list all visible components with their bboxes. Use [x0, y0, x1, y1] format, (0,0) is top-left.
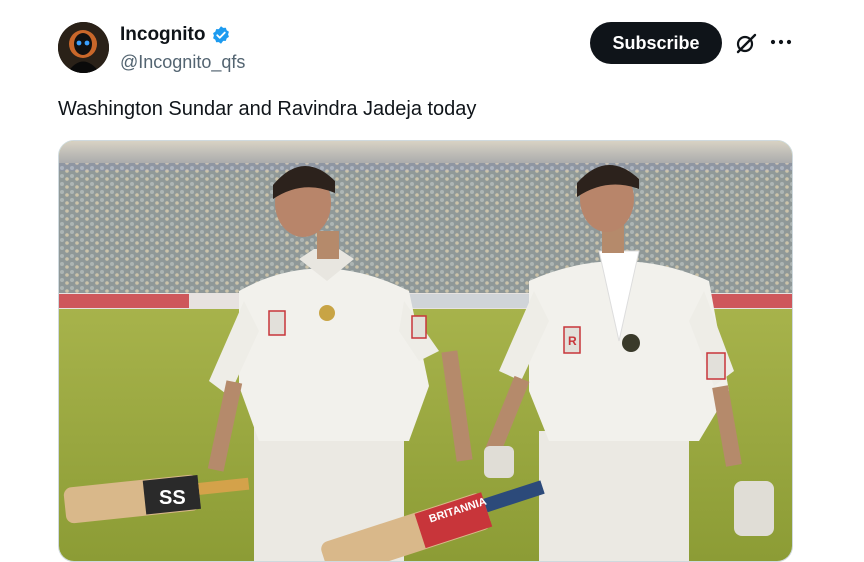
verified-badge-icon — [213, 26, 230, 44]
subscribe-button[interactable]: Subscribe — [590, 22, 722, 64]
author-avatar[interactable] — [58, 22, 109, 73]
tweet-photo[interactable]: SS R BRITANNIA — [58, 140, 793, 562]
avatar-masked-figure-icon — [58, 22, 109, 73]
author-handle[interactable]: @Incognito_qfs — [120, 51, 245, 73]
author-name-row[interactable]: Incognito — [120, 24, 231, 46]
bat-left-label: SS — [159, 487, 186, 509]
more-icon[interactable] — [768, 32, 794, 52]
cricket-photo-illustration: SS R BRITANNIA — [59, 141, 792, 561]
tweet-text: Washington Sundar and Ravindra Jadeja to… — [58, 98, 477, 120]
grok-icon[interactable] — [734, 31, 758, 55]
jersey-logo-label: R — [568, 334, 577, 348]
author-display-name[interactable]: Incognito — [120, 24, 205, 46]
